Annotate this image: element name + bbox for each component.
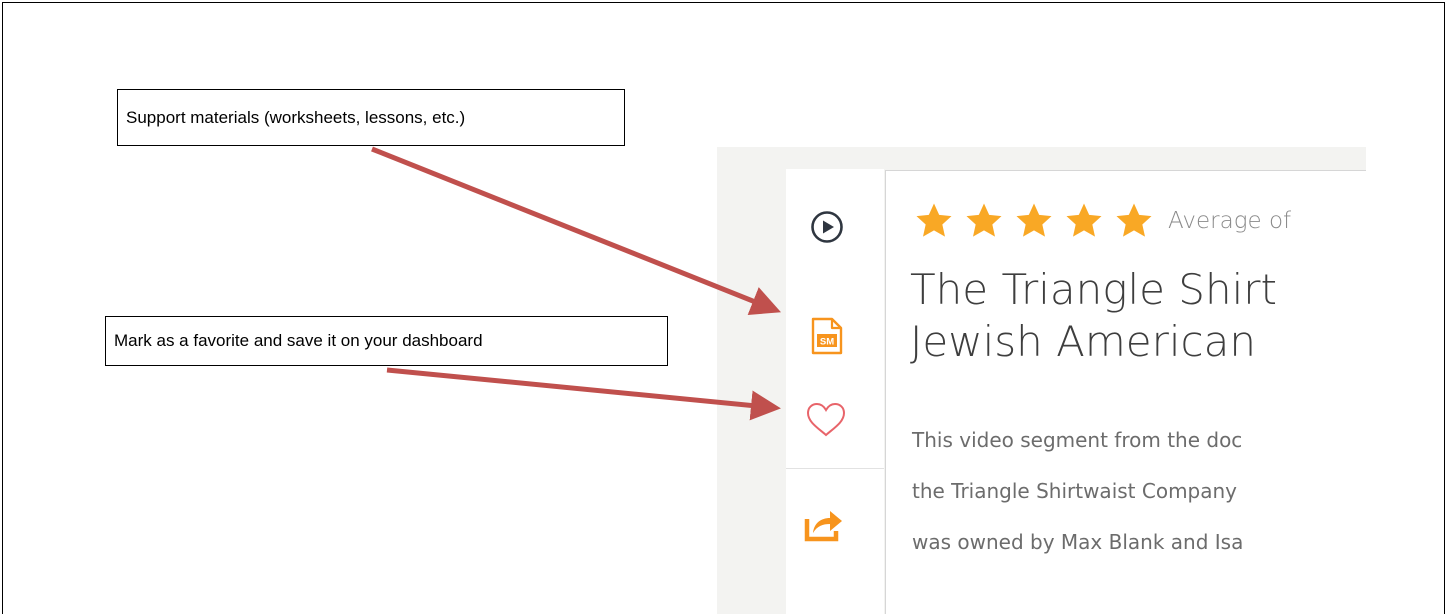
annotation-arrows	[371, 146, 782, 421]
support-materials-arrow	[371, 146, 782, 316]
favorite-arrow	[386, 367, 781, 421]
